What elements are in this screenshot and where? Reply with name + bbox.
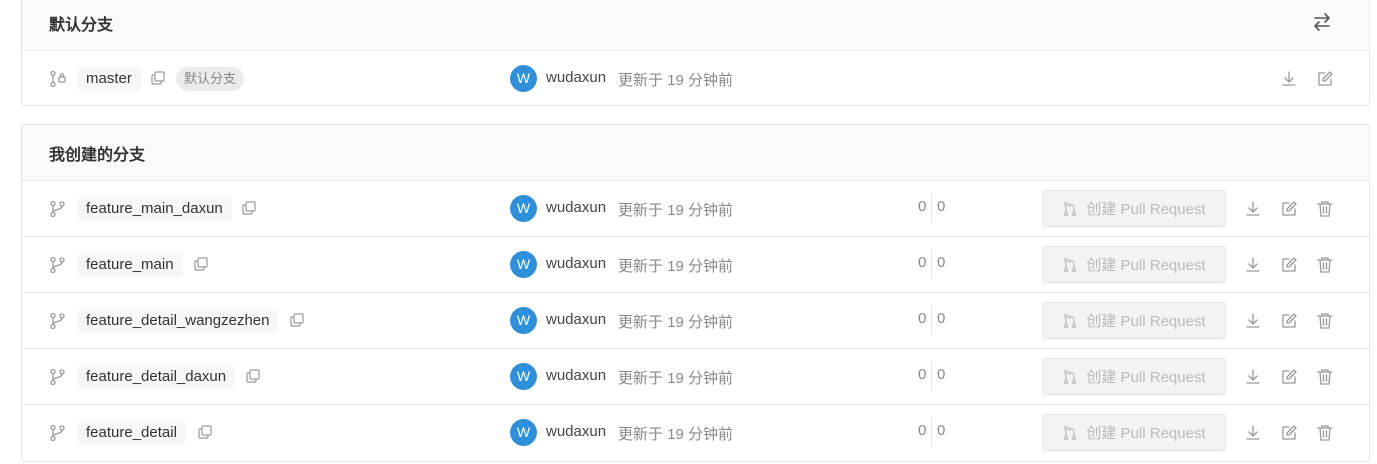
avatar[interactable]: W bbox=[510, 363, 537, 390]
commits-ahead-count: 0 bbox=[918, 310, 927, 327]
commits-behind-count: 0 bbox=[937, 198, 946, 215]
branch-icon bbox=[50, 424, 65, 442]
branch-row: feature_detail W wudaxun 更新于 19 分钟前 0 0 … bbox=[22, 405, 1369, 461]
my-branches-panel: 我创建的分支 feature_main_daxun W wudaxun 更新于 … bbox=[21, 124, 1370, 462]
download-icon[interactable] bbox=[1244, 200, 1262, 218]
branch-icon bbox=[50, 256, 65, 274]
commits-behind-count: 0 bbox=[937, 366, 946, 383]
updated-time: 更新于 19 分钟前 bbox=[618, 258, 734, 275]
create-pull-request-button[interactable]: 创建 Pull Request bbox=[1042, 358, 1226, 395]
edit-icon[interactable] bbox=[1280, 200, 1298, 218]
download-icon[interactable] bbox=[1244, 424, 1262, 442]
pull-request-icon bbox=[1064, 313, 1077, 328]
count-divider bbox=[931, 194, 932, 222]
section-title: 默认分支 bbox=[49, 16, 114, 34]
delete-icon[interactable] bbox=[1316, 424, 1334, 442]
commits-ahead-count: 0 bbox=[918, 366, 927, 383]
branch-name[interactable]: feature_detail_daxun bbox=[77, 365, 236, 389]
copy-icon[interactable] bbox=[245, 368, 261, 384]
branch-row: master 默认分支 W wudaxun 更新于 19 分钟前 bbox=[22, 51, 1369, 105]
branch-row: feature_main_daxun W wudaxun 更新于 19 分钟前 … bbox=[22, 181, 1369, 237]
create-pull-request-button[interactable]: 创建 Pull Request bbox=[1042, 414, 1226, 451]
avatar[interactable]: W bbox=[510, 419, 537, 446]
avatar[interactable]: W bbox=[510, 65, 537, 92]
pull-request-icon bbox=[1064, 201, 1077, 216]
commits-ahead-count: 0 bbox=[918, 254, 927, 271]
pull-request-icon bbox=[1064, 257, 1077, 272]
author-name[interactable]: wudaxun bbox=[546, 423, 606, 440]
edit-icon[interactable] bbox=[1280, 312, 1298, 330]
copy-icon[interactable] bbox=[193, 256, 209, 272]
branch-row: feature_main W wudaxun 更新于 19 分钟前 0 0 创建… bbox=[22, 237, 1369, 293]
edit-icon[interactable] bbox=[1280, 256, 1298, 274]
branch-icon bbox=[50, 200, 65, 218]
branch-name[interactable]: feature_detail bbox=[77, 421, 186, 445]
count-divider bbox=[931, 250, 932, 278]
branch-icon bbox=[50, 368, 65, 386]
avatar[interactable]: W bbox=[510, 195, 537, 222]
avatar[interactable]: W bbox=[510, 251, 537, 278]
updated-time: 更新于 19 分钟前 bbox=[618, 72, 734, 89]
edit-icon[interactable] bbox=[1280, 424, 1298, 442]
author-name[interactable]: wudaxun bbox=[546, 255, 606, 272]
avatar[interactable]: W bbox=[510, 307, 537, 334]
create-pull-request-label: 创建 Pull Request bbox=[1086, 425, 1206, 442]
delete-icon[interactable] bbox=[1316, 368, 1334, 386]
branch-row: feature_detail_daxun W wudaxun 更新于 19 分钟… bbox=[22, 349, 1369, 405]
create-pull-request-button[interactable]: 创建 Pull Request bbox=[1042, 302, 1226, 339]
create-pull-request-button[interactable]: 创建 Pull Request bbox=[1042, 246, 1226, 283]
updated-time: 更新于 19 分钟前 bbox=[618, 314, 734, 331]
author-name[interactable]: wudaxun bbox=[546, 367, 606, 384]
commits-behind-count: 0 bbox=[937, 254, 946, 271]
edit-icon[interactable] bbox=[1280, 368, 1298, 386]
commits-behind-count: 0 bbox=[937, 310, 946, 327]
delete-icon[interactable] bbox=[1316, 312, 1334, 330]
count-divider bbox=[931, 418, 932, 446]
my-branches-header: 我创建的分支 bbox=[22, 125, 1369, 181]
delete-icon[interactable] bbox=[1316, 200, 1334, 218]
updated-time: 更新于 19 分钟前 bbox=[618, 370, 734, 387]
author-name[interactable]: wudaxun bbox=[546, 199, 606, 216]
branch-name[interactable]: master bbox=[77, 67, 141, 91]
author-name[interactable]: wudaxun bbox=[546, 311, 606, 328]
download-icon[interactable] bbox=[1280, 70, 1298, 88]
count-divider bbox=[931, 306, 932, 334]
commits-ahead-count: 0 bbox=[918, 198, 927, 215]
updated-time: 更新于 19 分钟前 bbox=[618, 426, 734, 443]
author-name[interactable]: wudaxun bbox=[546, 69, 606, 86]
copy-icon[interactable] bbox=[289, 312, 305, 328]
section-title: 我创建的分支 bbox=[49, 146, 146, 164]
delete-icon[interactable] bbox=[1316, 256, 1334, 274]
default-branch-header: 默认分支 bbox=[22, 0, 1369, 51]
branch-icon bbox=[50, 312, 65, 330]
pull-request-icon bbox=[1064, 425, 1077, 440]
branch-name[interactable]: feature_main bbox=[77, 253, 183, 277]
branch-name[interactable]: feature_main_daxun bbox=[77, 197, 232, 221]
switch-arrows-icon[interactable] bbox=[1311, 11, 1333, 33]
create-pull-request-label: 创建 Pull Request bbox=[1086, 369, 1206, 386]
create-pull-request-label: 创建 Pull Request bbox=[1086, 313, 1206, 330]
create-pull-request-label: 创建 Pull Request bbox=[1086, 201, 1206, 218]
branch-row: feature_detail_wangzezhen W wudaxun 更新于 … bbox=[22, 293, 1369, 349]
download-icon[interactable] bbox=[1244, 312, 1262, 330]
default-branch-badge: 默认分支 bbox=[176, 67, 245, 91]
branch-lock-icon bbox=[50, 70, 66, 88]
commits-ahead-count: 0 bbox=[918, 422, 927, 439]
pull-request-icon bbox=[1064, 369, 1077, 384]
copy-icon[interactable] bbox=[197, 424, 213, 440]
branch-name[interactable]: feature_detail_wangzezhen bbox=[77, 309, 279, 333]
default-branch-panel: 默认分支 master 默认分支 W wudaxun 更新于 19 分钟前 bbox=[21, 0, 1370, 106]
copy-icon[interactable] bbox=[241, 200, 257, 216]
copy-icon[interactable] bbox=[150, 70, 166, 86]
download-icon[interactable] bbox=[1244, 368, 1262, 386]
count-divider bbox=[931, 362, 932, 390]
commits-behind-count: 0 bbox=[937, 422, 946, 439]
download-icon[interactable] bbox=[1244, 256, 1262, 274]
create-pull-request-button[interactable]: 创建 Pull Request bbox=[1042, 190, 1226, 227]
edit-icon[interactable] bbox=[1316, 70, 1334, 88]
create-pull-request-label: 创建 Pull Request bbox=[1086, 257, 1206, 274]
updated-time: 更新于 19 分钟前 bbox=[618, 202, 734, 219]
